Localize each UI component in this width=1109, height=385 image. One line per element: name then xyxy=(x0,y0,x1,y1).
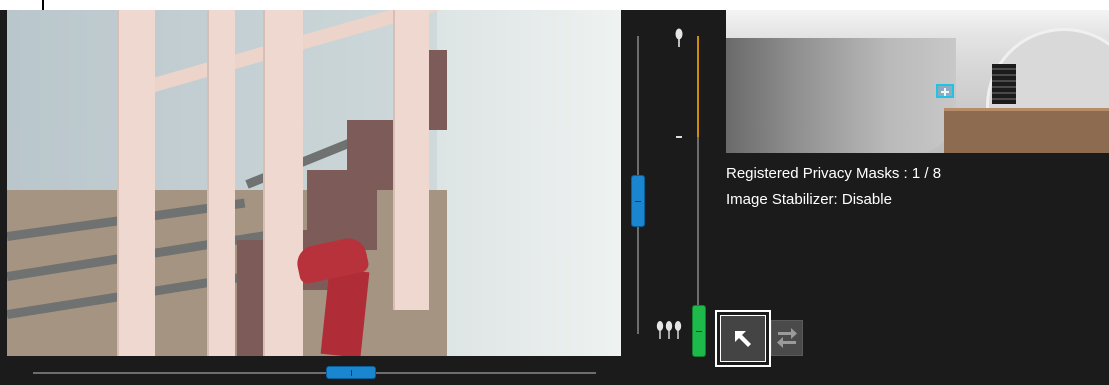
privacy-mask-marker[interactable] xyxy=(936,84,954,98)
live-camera-view[interactable] xyxy=(7,10,621,356)
swap-arrows-icon xyxy=(777,328,797,348)
select-tool-button-frame xyxy=(715,310,771,367)
panorama-preview[interactable] xyxy=(726,10,1109,153)
pan-slider-thumb[interactable] xyxy=(326,366,376,379)
select-tool-button[interactable] xyxy=(720,315,766,362)
zoom-slider-track[interactable] xyxy=(697,137,699,307)
image-stabilizer-status: Image Stabilizer: Disable xyxy=(726,191,892,208)
tele-zoom-icon xyxy=(675,28,683,47)
swap-tool-button[interactable] xyxy=(771,320,803,356)
zoom-track-active[interactable] xyxy=(697,36,699,137)
pan-slider-track[interactable] xyxy=(33,372,596,374)
select-arrow-icon xyxy=(735,330,751,347)
privacy-masks-count: Registered Privacy Masks : 1 / 8 xyxy=(726,165,942,182)
tilt-slider-thumb[interactable] xyxy=(631,175,645,227)
zoom-slider-thumb[interactable] xyxy=(692,305,706,357)
zoom-mid-mark xyxy=(676,136,682,138)
wide-zoom-icon xyxy=(656,321,682,339)
